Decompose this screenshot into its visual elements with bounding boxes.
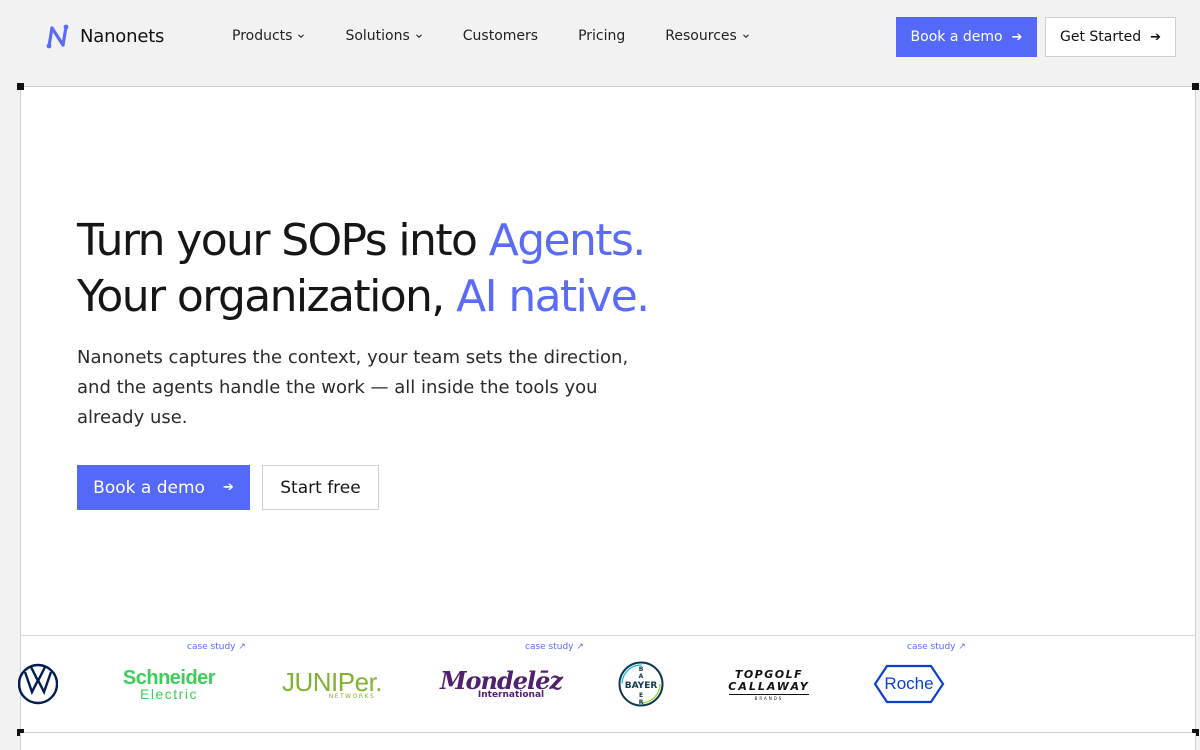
- juniper-wordmark: JUNIPer.: [281, 666, 383, 697]
- callaway-wordmark: CALLAWAY: [728, 680, 810, 693]
- hero-description: Nanonets captures the context, your team…: [77, 347, 629, 428]
- nav-item-solutions[interactable]: Solutions: [345, 28, 422, 44]
- brand-logo[interactable]: Nanonets: [45, 23, 164, 50]
- nav-item-products[interactable]: Products: [232, 28, 305, 44]
- volkswagen-logo: [18, 662, 58, 706]
- mondelez-logo: Mondelēz International: [437, 664, 565, 704]
- electric-wordmark: Electric: [140, 685, 198, 702]
- chevron-down-icon: [298, 34, 305, 39]
- schneider-wordmark: Schneider: [122, 666, 216, 689]
- main-menu: Products Solutions Customers Pricing Res…: [232, 28, 790, 44]
- headline-line2: Your organization,: [77, 271, 457, 322]
- hero-book-demo-button[interactable]: Book a demo ➔: [77, 465, 250, 510]
- volkswagen-logo-icon: [18, 663, 58, 705]
- case-study-link-mondelez[interactable]: case study ↗: [525, 642, 584, 652]
- topgolf-callaway-logo: TOPGOLF CALLAWAY BRANDS: [726, 668, 812, 702]
- hero-start-free-button[interactable]: Start free: [262, 465, 379, 510]
- brands-wordmark: BRANDS: [754, 696, 784, 701]
- svg-text:BAYER: BAYER: [625, 681, 658, 691]
- button-label: Get Started: [1059, 29, 1142, 45]
- headline-accent-agents: Agents.: [488, 215, 647, 266]
- logo-strip-divider: [20, 635, 1196, 636]
- chevron-down-icon: [742, 34, 749, 39]
- nav-item-label: Resources: [665, 28, 737, 44]
- nav-book-demo-button[interactable]: Book a demo ➔: [896, 17, 1037, 57]
- nav-item-pricing[interactable]: Pricing: [578, 28, 625, 44]
- nav-item-label: Products: [232, 28, 293, 44]
- arrow-right-icon: ➔: [222, 480, 234, 495]
- nav-item-resources[interactable]: Resources: [665, 28, 750, 44]
- nav-get-started-button[interactable]: Get Started ➔: [1045, 17, 1176, 57]
- case-study-link-roche[interactable]: case study ↗: [907, 642, 966, 652]
- arrow-right-icon: ➔: [1011, 29, 1023, 45]
- chevron-down-icon: [415, 34, 422, 39]
- nav-item-label: Pricing: [578, 28, 626, 44]
- svg-text:A: A: [639, 673, 644, 680]
- brand-name: Nanonets: [80, 26, 165, 47]
- button-label: Book a demo: [93, 477, 205, 498]
- top-navigation: Nanonets Products Solutions Customers Pr…: [0, 0, 1200, 74]
- roche-wordmark: Roche: [884, 674, 934, 693]
- case-study-link-schneider[interactable]: case study ↗: [187, 642, 246, 652]
- mondelez-wordmark: Mondelēz: [439, 665, 563, 695]
- topgolf-wordmark: TOPGOLF: [734, 668, 804, 681]
- headline-accent-ai-native: AI native.: [456, 271, 650, 322]
- roche-logo: Roche: [873, 664, 945, 704]
- hero-headline: Turn your SOPs into Agents. Your organiz…: [77, 213, 650, 325]
- networks-wordmark: NETWORKS: [328, 692, 376, 700]
- svg-text:E: E: [639, 692, 643, 699]
- button-label: Book a demo: [910, 29, 1003, 45]
- headline-line1: Turn your SOPs into: [77, 215, 489, 266]
- next-section-edge: [20, 733, 1196, 750]
- bayer-cross-icon: BAYER B A E R: [618, 661, 664, 707]
- nav-item-label: Customers: [462, 28, 539, 44]
- schneider-electric-logo: Schneider Electric: [110, 664, 228, 704]
- selection-handle-top-right[interactable]: [1192, 83, 1199, 90]
- arrow-right-icon: ➔: [1150, 29, 1161, 45]
- international-wordmark: International: [477, 689, 545, 700]
- svg-text:R: R: [639, 699, 644, 706]
- selection-handle-top-left[interactable]: [17, 83, 24, 90]
- nav-item-customers[interactable]: Customers: [463, 28, 538, 44]
- logo-divider: [729, 694, 809, 695]
- button-label: Start free: [280, 477, 361, 498]
- nanonets-logo-icon: [46, 24, 69, 49]
- svg-text:B: B: [639, 666, 644, 673]
- nav-item-label: Solutions: [345, 28, 410, 44]
- bayer-logo: BAYER B A E R: [617, 660, 665, 708]
- juniper-networks-logo: JUNIPer. NETWORKS: [280, 664, 384, 704]
